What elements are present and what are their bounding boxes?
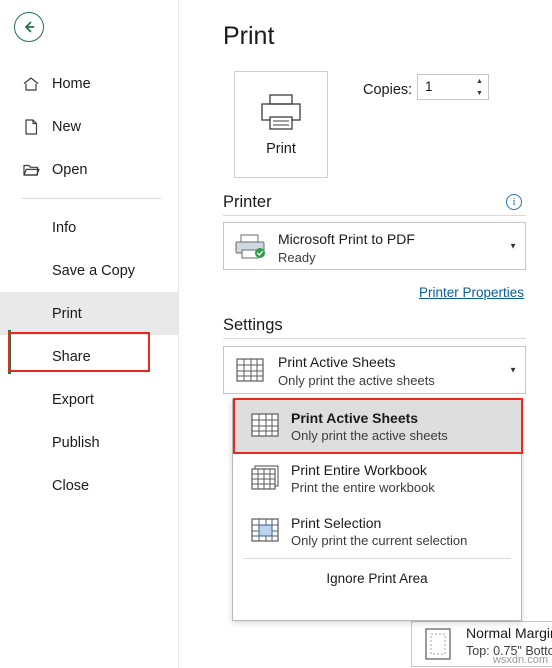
printer-select[interactable]: Microsoft Print to PDF Ready ▼ bbox=[223, 222, 526, 270]
print-what-dropdown: Print Active Sheets Only print the activ… bbox=[232, 398, 523, 621]
dropdown-option-ignore-print-area[interactable]: Ignore Print Area bbox=[233, 559, 521, 597]
print-button-label: Print bbox=[266, 140, 296, 157]
arrow-left-circle-icon[interactable] bbox=[14, 12, 44, 42]
printer-status: Ready bbox=[278, 250, 316, 265]
copies-stepper[interactable]: 1 ▲ ▼ bbox=[417, 74, 489, 100]
sidebar-item-label: Publish bbox=[52, 434, 100, 451]
sidebar-item-label: New bbox=[52, 118, 82, 135]
copies-spinner[interactable]: ▲ ▼ bbox=[471, 75, 488, 99]
sidebar-item-label: Print bbox=[52, 305, 82, 322]
sidebar-item-publish[interactable]: Publish bbox=[0, 421, 179, 464]
nav-items-list: Home New Open Info Save a Copy Print Sha… bbox=[0, 62, 179, 507]
sheet-icon bbox=[251, 413, 281, 439]
printer-icon bbox=[259, 93, 303, 131]
sidebar-item-print[interactable]: Print bbox=[0, 292, 179, 335]
sidebar-item-open[interactable]: Open bbox=[0, 148, 179, 191]
dropdown-option-title: Print Selection bbox=[291, 515, 382, 531]
sidebar-item-label: Close bbox=[52, 477, 90, 494]
copies-label: Copies: bbox=[363, 82, 413, 98]
sidebar-item-close[interactable]: Close bbox=[0, 464, 179, 507]
margins-icon bbox=[424, 628, 454, 662]
workbook-icon bbox=[251, 465, 281, 491]
sidebar-item-label: Share bbox=[52, 348, 91, 365]
sidebar-item-export[interactable]: Export bbox=[0, 378, 179, 421]
print-button[interactable]: Print bbox=[234, 71, 328, 178]
dropdown-option-title: Print Entire Workbook bbox=[291, 462, 427, 478]
dropdown-option-subtitle: Print the entire workbook bbox=[291, 480, 435, 495]
margins-title: Normal Margins bbox=[466, 625, 552, 641]
sidebar-item-home[interactable]: Home bbox=[0, 62, 179, 105]
left-navigation-pane: Home New Open Info Save a Copy Print Sha… bbox=[0, 0, 179, 668]
dropdown-option-subtitle: Only print the active sheets bbox=[291, 427, 448, 443]
sidebar-item-share[interactable]: Share bbox=[0, 335, 179, 378]
dropdown-option-subtitle: Only print the current selection bbox=[291, 533, 468, 548]
dropdown-option-print-active-sheets[interactable]: Print Active Sheets Only print the activ… bbox=[233, 398, 523, 454]
settings-section-rule bbox=[223, 338, 526, 339]
selection-icon bbox=[251, 518, 281, 544]
sidebar-item-new[interactable]: New bbox=[0, 105, 179, 148]
printer-device-icon bbox=[234, 234, 268, 260]
watermark: wsxdn.com bbox=[492, 654, 548, 666]
sidebar-item-label: Export bbox=[52, 391, 94, 408]
home-icon bbox=[22, 75, 48, 93]
sheet-icon bbox=[236, 358, 266, 384]
sidebar-item-label: Save a Copy bbox=[52, 262, 136, 279]
settings-section-heading: Settings bbox=[223, 316, 283, 334]
printer-section-heading: Printer bbox=[223, 193, 272, 211]
sidebar-item-label: Open bbox=[52, 161, 88, 178]
printer-section-rule bbox=[223, 215, 526, 216]
dropdown-option-print-entire-workbook[interactable]: Print Entire Workbook Print the entire w… bbox=[233, 452, 521, 505]
printer-properties-link[interactable]: Printer Properties bbox=[419, 285, 524, 300]
page-title: Print bbox=[223, 22, 275, 50]
chevron-down-icon[interactable]: ▼ bbox=[509, 242, 517, 251]
excel-print-backstage: Home New Open Info Save a Copy Print Sha… bbox=[0, 0, 552, 668]
sidebar-item-save-a-copy[interactable]: Save a Copy bbox=[0, 249, 179, 292]
copies-value[interactable]: 1 bbox=[425, 79, 433, 94]
print-selection-indicator bbox=[8, 330, 11, 374]
info-icon[interactable]: i bbox=[506, 194, 522, 210]
sidebar-item-label: Home bbox=[52, 75, 91, 92]
chevron-down-icon[interactable]: ▼ bbox=[509, 366, 517, 375]
printer-name: Microsoft Print to PDF bbox=[278, 231, 415, 247]
new-document-icon bbox=[22, 118, 48, 136]
copies-spinner-down[interactable]: ▼ bbox=[471, 87, 488, 99]
print-what-select[interactable]: Print Active Sheets Only print the activ… bbox=[223, 346, 526, 394]
sidebar-item-info[interactable]: Info bbox=[0, 206, 179, 249]
dropdown-option-title: Print Active Sheets bbox=[291, 409, 419, 426]
sidebar-item-label: Info bbox=[52, 219, 77, 236]
open-folder-icon bbox=[22, 161, 48, 179]
nav-divider bbox=[22, 198, 161, 199]
print-what-subtitle: Only print the active sheets bbox=[278, 373, 435, 388]
print-what-title: Print Active Sheets bbox=[278, 354, 396, 370]
copies-spinner-up[interactable]: ▲ bbox=[471, 75, 488, 87]
dropdown-option-print-selection[interactable]: Print Selection Only print the current s… bbox=[233, 505, 521, 558]
